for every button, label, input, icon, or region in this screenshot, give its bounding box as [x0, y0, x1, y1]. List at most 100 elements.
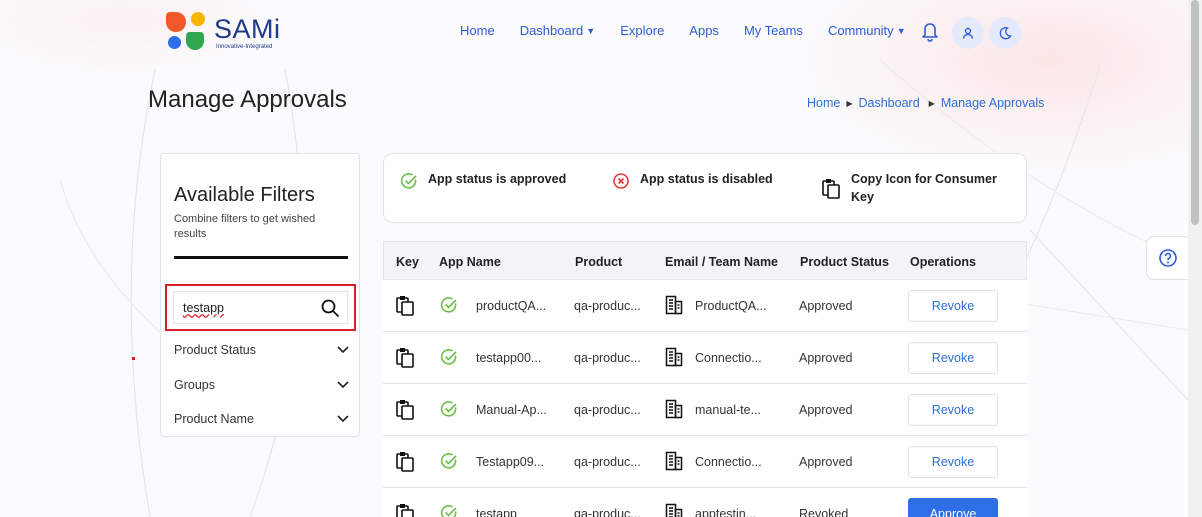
nav-apps[interactable]: Apps: [689, 23, 719, 38]
search-icon[interactable]: [320, 298, 340, 318]
top-navbar: SAMi Innovative-Integrated Home Dashboar…: [0, 0, 1188, 66]
column-email-team: Email / Team Name: [665, 255, 779, 269]
logo-green-mark: [186, 32, 204, 50]
status-text: Approved: [799, 351, 853, 365]
scrollbar-thumb[interactable]: [1191, 0, 1199, 225]
revoke-button[interactable]: Revoke: [908, 446, 998, 478]
breadcrumb: Home ▶ Dashboard ▶ Manage Approvals: [807, 96, 1044, 110]
nav-community[interactable]: Community ▼: [828, 23, 906, 38]
table-row: productQA... qa-produc... ProductQA... A…: [383, 280, 1027, 332]
filter-groups-label: Groups: [174, 378, 215, 392]
legend-disabled: App status is disabled: [612, 172, 773, 190]
product-name: qa-produc...: [574, 507, 641, 517]
status-legend: App status is approved App status is dis…: [383, 153, 1027, 223]
column-key: Key: [396, 255, 419, 269]
filters-panel: Available Filters Combine filters to get…: [160, 153, 360, 437]
product-name: qa-produc...: [574, 299, 641, 313]
approve-button[interactable]: Approve: [908, 498, 998, 517]
brand-logo[interactable]: SAMi Innovative-Integrated: [166, 12, 286, 54]
status-text: Approved: [799, 455, 853, 469]
clipboard-icon[interactable]: [395, 399, 415, 421]
clipboard-icon: [822, 179, 840, 199]
nav-my-teams-label: My Teams: [743, 23, 803, 38]
clipboard-icon[interactable]: [395, 295, 415, 317]
app-name: testapp00...: [476, 351, 542, 365]
search-input-value: testapp: [183, 301, 225, 315]
user-icon[interactable]: [952, 17, 984, 49]
nav-dashboard[interactable]: Dashboard ▼: [520, 23, 596, 38]
search-highlight: testapp: [165, 284, 356, 331]
clipboard-icon[interactable]: [395, 503, 415, 517]
revoke-button[interactable]: Revoke: [908, 342, 998, 374]
bell-icon[interactable]: [920, 20, 940, 42]
building-icon: [665, 399, 683, 419]
page-scrollbar[interactable]: [1188, 0, 1202, 517]
team-name: manual-te...: [695, 403, 762, 417]
building-icon: [665, 347, 683, 367]
clipboard-icon[interactable]: [395, 451, 415, 473]
nav-explore-label: Explore: [620, 23, 665, 38]
table-row: testapp00... qa-produc... Connectio... A…: [383, 332, 1027, 384]
team-name: Connectio...: [695, 351, 762, 365]
chevron-down-icon: ▼: [896, 25, 906, 36]
page-title: Manage Approvals: [148, 86, 347, 113]
filter-product-name-label: Product Name: [174, 412, 254, 426]
chevron-down-icon: [337, 346, 349, 354]
breadcrumb-dashboard[interactable]: Dashboard: [859, 96, 920, 110]
approvals-table: Key App Name Product Email / Team Name P…: [383, 241, 1027, 517]
column-product: Product: [575, 255, 623, 269]
legend-approved: App status is approved: [400, 172, 566, 190]
team-name: Connectio...: [695, 455, 762, 469]
table-header: Key App Name Product Email / Team Name P…: [383, 241, 1027, 280]
legend-approved-label: App status is approved: [428, 172, 567, 186]
check-circle-icon: [440, 297, 457, 313]
product-name: qa-produc...: [574, 351, 641, 365]
check-circle-icon: [440, 401, 457, 417]
revoke-button[interactable]: Revoke: [908, 394, 998, 426]
filter-product-name[interactable]: Product Name: [174, 412, 349, 426]
x-circle-icon: [613, 173, 629, 189]
column-operations: Operations: [910, 255, 976, 269]
brand-name: SAMi: [214, 14, 281, 44]
nav-home[interactable]: Home: [460, 23, 495, 38]
cursor-marker: [132, 357, 135, 360]
nav-apps-label: Apps: [689, 23, 719, 38]
chevron-down-icon: [337, 415, 349, 423]
help-button[interactable]: [1146, 236, 1190, 280]
nav-explore[interactable]: Explore: [620, 23, 664, 38]
filter-product-status[interactable]: Product Status: [174, 343, 349, 357]
logo-yellow-dot: [191, 12, 205, 26]
check-circle-icon: [440, 349, 457, 365]
column-product-status: Product Status: [800, 255, 889, 269]
nav-my-teams[interactable]: My Teams: [744, 23, 803, 38]
filter-groups[interactable]: Groups: [174, 378, 349, 392]
app-name: testapp: [476, 507, 518, 517]
breadcrumb-home[interactable]: Home: [807, 96, 840, 110]
team-name: apptestin...: [695, 507, 757, 517]
search-input[interactable]: testapp: [173, 291, 348, 324]
nav-community-label: Community: [827, 23, 894, 38]
help-icon: [1159, 249, 1177, 267]
breadcrumb-current[interactable]: Manage Approvals: [941, 96, 1045, 110]
filters-subtitle: Combine filters to get wished results: [174, 213, 316, 240]
legend-disabled-label: App status is disabled: [640, 172, 773, 186]
filter-product-status-label: Product Status: [174, 343, 256, 357]
app-name: productQA...: [476, 299, 547, 313]
legend-copy: Copy Icon for Consumer Key: [821, 172, 1011, 206]
nav-home-label: Home: [460, 23, 495, 38]
status-text: Approved: [799, 403, 853, 417]
filters-divider: [174, 256, 348, 259]
clipboard-icon[interactable]: [395, 347, 415, 369]
check-circle-icon: [440, 505, 457, 517]
revoke-button[interactable]: Revoke: [908, 290, 998, 322]
check-circle-icon: [440, 453, 457, 469]
breadcrumb-separator-icon: ▶: [846, 98, 853, 108]
table-row: testapp qa-produc... apptestin... Revoke…: [383, 488, 1027, 517]
column-app-name: App Name: [439, 255, 501, 269]
table-row: Manual-Ap... qa-produc... manual-te... A…: [383, 384, 1027, 436]
check-circle-icon: [400, 173, 417, 189]
moon-icon[interactable]: [989, 17, 1021, 49]
product-name: qa-produc...: [574, 455, 641, 469]
nav-dashboard-label: Dashboard: [519, 23, 584, 38]
app-name: Testapp09...: [476, 455, 545, 469]
